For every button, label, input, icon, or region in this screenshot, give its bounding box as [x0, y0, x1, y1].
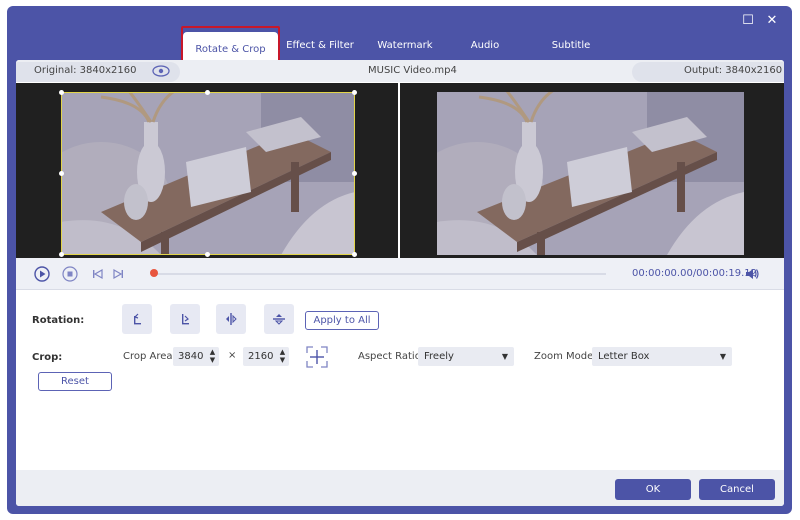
- reset-button[interactable]: Reset: [38, 372, 112, 391]
- crop-handle-bottom-right[interactable]: [352, 252, 357, 257]
- chevron-down-icon: ▼: [501, 352, 508, 361]
- play-icon[interactable]: [34, 266, 50, 282]
- crop-handle-top-right[interactable]: [352, 90, 357, 95]
- aspect-ratio-select[interactable]: Freely ▼: [418, 347, 514, 366]
- flip-vertical-button[interactable]: [264, 304, 294, 334]
- timeline-playhead[interactable]: [150, 269, 158, 277]
- crop-frame[interactable]: [61, 92, 355, 255]
- file-name: MUSIC Video.mp4: [368, 65, 457, 76]
- crop-label: Crop:: [32, 352, 63, 363]
- chevron-down-icon: ▼: [719, 352, 726, 361]
- flip-vertical-icon: [273, 314, 285, 325]
- next-frame-icon[interactable]: [110, 266, 126, 282]
- flip-horizontal-button[interactable]: [216, 304, 246, 334]
- crop-area-label: Crop Area:: [123, 351, 176, 362]
- rotation-label: Rotation:: [32, 315, 85, 326]
- original-resolution: Original: 3840x2160: [34, 65, 137, 76]
- playback-time: 00:00:00.00/00:00:19.12: [632, 268, 757, 279]
- flip-horizontal-icon: [226, 313, 237, 325]
- crop-height-input[interactable]: 2160 ▲ ▼: [243, 347, 289, 366]
- close-icon[interactable]: ✕: [765, 14, 779, 28]
- crop-handle-bottom-left[interactable]: [59, 252, 64, 257]
- crop-times-sign: ×: [228, 350, 237, 361]
- output-video-frame: [437, 92, 744, 255]
- video-preview: [16, 83, 784, 258]
- preview-divider: [398, 83, 400, 258]
- output-scene-image: [437, 92, 744, 255]
- zoom-mode-label: Zoom Mode:: [534, 351, 597, 362]
- ok-button[interactable]: OK: [615, 479, 691, 500]
- crop-width-stepper[interactable]: ▲ ▼: [208, 348, 217, 364]
- output-resolution: Output: 3840x2160: [684, 65, 783, 76]
- rotate-right-button[interactable]: [170, 304, 200, 334]
- crop-handle-bottom[interactable]: [205, 252, 210, 257]
- crop-handle-left[interactable]: [59, 171, 64, 176]
- timeline-track[interactable]: [154, 273, 606, 275]
- crop-height-value: 2160: [248, 351, 274, 362]
- editor-panel: Original: 3840x2160 MUSIC Video.mp4 Outp…: [16, 60, 784, 506]
- zoom-mode-value: Letter Box: [598, 351, 650, 362]
- crop-handle-top[interactable]: [205, 90, 210, 95]
- playback-controls: 00:00:00.00/00:00:19.12: [16, 258, 784, 290]
- rotate-left-button[interactable]: [122, 304, 152, 334]
- crop-height-stepper[interactable]: ▲ ▼: [278, 348, 287, 364]
- previous-frame-icon[interactable]: [90, 266, 106, 282]
- crop-width-input[interactable]: 3840 ▲ ▼: [173, 347, 219, 366]
- crop-handle-top-left[interactable]: [59, 90, 64, 95]
- cancel-button[interactable]: Cancel: [699, 479, 775, 500]
- crop-handle-right[interactable]: [352, 171, 357, 176]
- stop-icon[interactable]: [62, 266, 78, 282]
- aspect-ratio-label: Aspect Ratio:: [358, 351, 425, 362]
- info-bar: Original: 3840x2160 MUSIC Video.mp4 Outp…: [16, 60, 784, 82]
- dialog-window: ☐ ✕ Rotate & Crop Effect & Filter Waterm…: [7, 6, 792, 514]
- apply-to-all-button[interactable]: Apply to All: [305, 311, 379, 330]
- zoom-mode-select[interactable]: Letter Box ▼: [592, 347, 732, 366]
- rotate-left-icon: [133, 313, 141, 325]
- maximize-icon[interactable]: ☐: [741, 14, 755, 28]
- tab-highlight-box: [181, 26, 280, 64]
- center-crop-icon[interactable]: [305, 345, 329, 369]
- aspect-ratio-value: Freely: [424, 351, 454, 362]
- rotate-right-icon: [182, 314, 189, 325]
- volume-icon[interactable]: [744, 266, 760, 282]
- crop-width-value: 3840: [178, 351, 204, 362]
- eye-icon[interactable]: [152, 65, 170, 77]
